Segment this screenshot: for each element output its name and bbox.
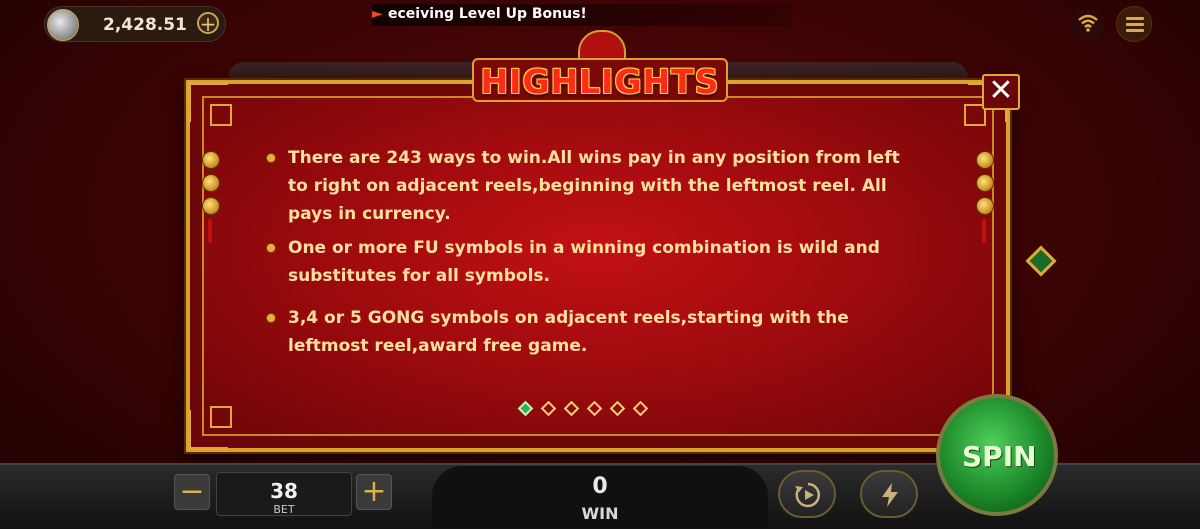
win-label: WIN <box>581 504 619 523</box>
lightning-icon <box>882 483 898 507</box>
dialog-title-plate: HIGHLIGHTS <box>472 58 728 102</box>
rule-text: There are 243 ways to win.All wins pay i… <box>288 148 900 224</box>
autoplay-icon <box>795 482 821 508</box>
bet-display: 38 BET <box>216 472 352 516</box>
menu-icon-line <box>1126 29 1144 32</box>
announcement-ticker: ► eceiving Level Up Bonus! <box>372 4 792 26</box>
page-dot[interactable] <box>610 400 626 417</box>
decrease-bet-button[interactable]: − <box>174 474 210 510</box>
wifi-icon <box>1072 10 1104 38</box>
bullet-icon <box>266 153 276 163</box>
rule-text: 3,4 or 5 GONG symbols on adjacent reels,… <box>288 308 849 356</box>
menu-button[interactable] <box>1116 6 1152 42</box>
frame-knot <box>210 104 232 126</box>
bet-label: BET <box>273 503 295 516</box>
coin-icon <box>47 9 79 41</box>
megaphone-icon: ► <box>372 6 383 22</box>
rules-list: There are 243 ways to win.All wins pay i… <box>264 144 924 366</box>
page-dot[interactable] <box>587 400 603 417</box>
add-balance-button[interactable]: + <box>197 12 219 34</box>
rule-item: One or more FU symbols in a winning comb… <box>264 234 924 290</box>
coin-string-ornament <box>200 146 220 243</box>
bullet-icon <box>266 243 276 253</box>
menu-icon-line <box>1126 23 1144 26</box>
page-dot[interactable] <box>633 400 649 417</box>
coin-string-ornament <box>974 146 994 243</box>
close-button[interactable]: ✕ <box>982 74 1020 110</box>
page-dot[interactable] <box>540 400 557 417</box>
turbo-button[interactable] <box>860 470 918 518</box>
rule-text: One or more FU symbols in a winning comb… <box>288 238 880 286</box>
menu-icon-line <box>1126 17 1144 20</box>
dialog-title: HIGHLIGHTS <box>480 62 720 101</box>
bet-value: 38 <box>270 479 298 503</box>
page-dot-active[interactable] <box>517 400 534 417</box>
frame-knot <box>210 406 232 428</box>
increase-bet-button[interactable]: + <box>356 474 392 510</box>
spin-label: SPIN <box>962 440 1037 473</box>
autoplay-button[interactable] <box>778 470 836 518</box>
next-page-arrow[interactable] <box>1025 245 1057 277</box>
rule-item: 3,4 or 5 GONG symbols on adjacent reels,… <box>264 304 924 360</box>
spin-button[interactable]: SPIN <box>936 394 1058 516</box>
balance-value: 2,428.51 <box>103 15 187 35</box>
balance-display: 2,428.51 + <box>44 6 226 42</box>
win-value: 0 <box>592 474 608 499</box>
page-dot[interactable] <box>563 400 580 417</box>
bullet-icon <box>266 313 276 323</box>
rule-item: There are 243 ways to win.All wins pay i… <box>264 144 924 228</box>
ticker-text: eceiving Level Up Bonus! <box>388 6 587 22</box>
page-indicator <box>517 399 653 419</box>
win-display: 0 WIN <box>432 466 768 527</box>
